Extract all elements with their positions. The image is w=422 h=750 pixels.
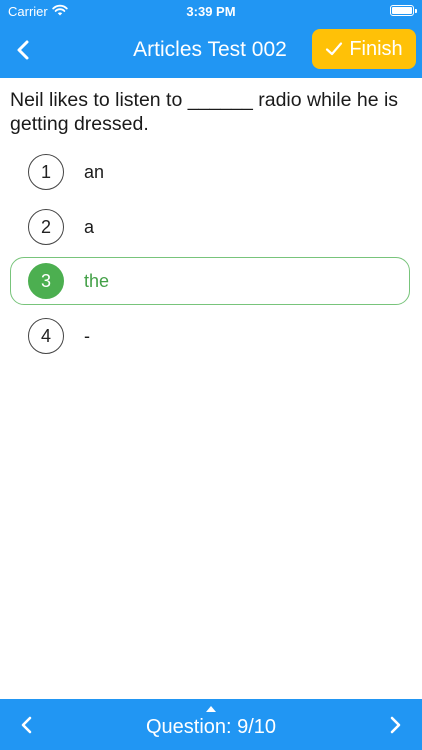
answer-option[interactable]: 1 an [10, 148, 410, 196]
app-header: Carrier 3:39 PM Articles Test 002 Finish [0, 0, 422, 78]
option-label: the [84, 271, 110, 291]
answer-option-selected[interactable]: 3 the [10, 257, 410, 305]
question-text: Neil likes to listen to ______ radio whi… [10, 89, 399, 135]
option-number: 1 [28, 154, 64, 190]
option-number: 3 [28, 263, 64, 299]
finish-button[interactable]: Finish [312, 29, 416, 69]
back-chevron-icon [17, 40, 29, 60]
option-number: 2 [28, 209, 64, 245]
option-label: a [84, 217, 95, 237]
option-label: - [84, 326, 90, 346]
answer-option[interactable]: 2 a [10, 203, 410, 251]
option-number: 4 [28, 318, 64, 354]
status-time: 3:39 PM [186, 4, 236, 19]
status-bar: Carrier 3:39 PM [0, 0, 422, 22]
back-button[interactable] [10, 36, 38, 64]
page-title: Articles Test 002 [133, 38, 287, 61]
finish-button-label: Finish [349, 37, 403, 60]
question-navigation-bar: Question: 9/10 [0, 699, 422, 750]
chevron-right-icon [390, 716, 401, 734]
checkmark-icon [326, 42, 343, 56]
answer-option[interactable]: 4 - [10, 312, 410, 360]
next-question-button[interactable] [382, 712, 408, 738]
chevron-up-icon[interactable] [205, 705, 217, 713]
battery-icon [390, 5, 417, 16]
option-label: an [84, 162, 105, 182]
question-counter[interactable]: Question: 9/10 [0, 716, 422, 739]
